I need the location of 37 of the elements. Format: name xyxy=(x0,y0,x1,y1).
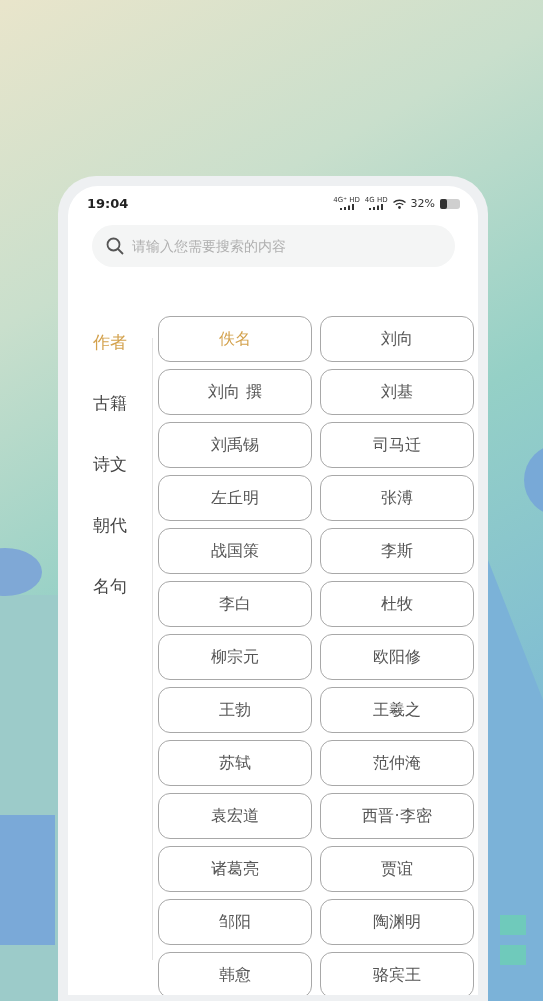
author-button[interactable]: 范仲淹 xyxy=(320,740,474,786)
author-button[interactable]: 苏轼 xyxy=(158,740,312,786)
author-button[interactable]: 诸葛亮 xyxy=(158,846,312,892)
category-tab[interactable]: 古籍 xyxy=(93,392,127,415)
author-button[interactable]: 杜牧 xyxy=(320,581,474,627)
category-tab[interactable]: 诗文 xyxy=(93,453,127,476)
author-button[interactable]: 战国策 xyxy=(158,528,312,574)
author-button[interactable]: 韩愈 xyxy=(158,952,312,995)
author-button[interactable]: 王羲之 xyxy=(320,687,474,733)
author-button[interactable]: 李白 xyxy=(158,581,312,627)
signal-icon xyxy=(369,204,384,210)
author-button[interactable]: 司马迁 xyxy=(320,422,474,468)
battery-icon xyxy=(440,198,460,209)
author-button[interactable]: 邹阳 xyxy=(158,899,312,945)
author-button[interactable]: 袁宏道 xyxy=(158,793,312,839)
author-button[interactable]: 刘禹锡 xyxy=(158,422,312,468)
author-button[interactable]: 欧阳修 xyxy=(320,634,474,680)
author-button[interactable]: 张溥 xyxy=(320,475,474,521)
author-button[interactable]: 陶渊明 xyxy=(320,899,474,945)
author-button[interactable]: 左丘明 xyxy=(158,475,312,521)
author-button[interactable]: 刘向 xyxy=(320,316,474,362)
category-tab[interactable]: 朝代 xyxy=(93,514,127,537)
signal-icon xyxy=(339,204,354,210)
wifi-icon xyxy=(392,198,406,209)
author-button[interactable]: 刘向 撰 xyxy=(158,369,312,415)
author-button[interactable]: 李斯 xyxy=(320,528,474,574)
author-button[interactable]: 骆宾王 xyxy=(320,952,474,995)
author-button[interactable]: 王勃 xyxy=(158,687,312,733)
search-icon xyxy=(106,237,124,255)
status-time: 19:04 xyxy=(87,196,129,211)
author-button[interactable]: 贾谊 xyxy=(320,846,474,892)
author-button[interactable]: 西晋·李密 xyxy=(320,793,474,839)
author-button[interactable]: 柳宗元 xyxy=(158,634,312,680)
category-tab[interactable]: 名句 xyxy=(93,575,127,598)
search-field[interactable]: 请输入您需要搜索的内容 xyxy=(92,225,455,267)
battery-percent: 32% xyxy=(410,197,435,210)
author-button[interactable]: 刘基 xyxy=(320,369,474,415)
